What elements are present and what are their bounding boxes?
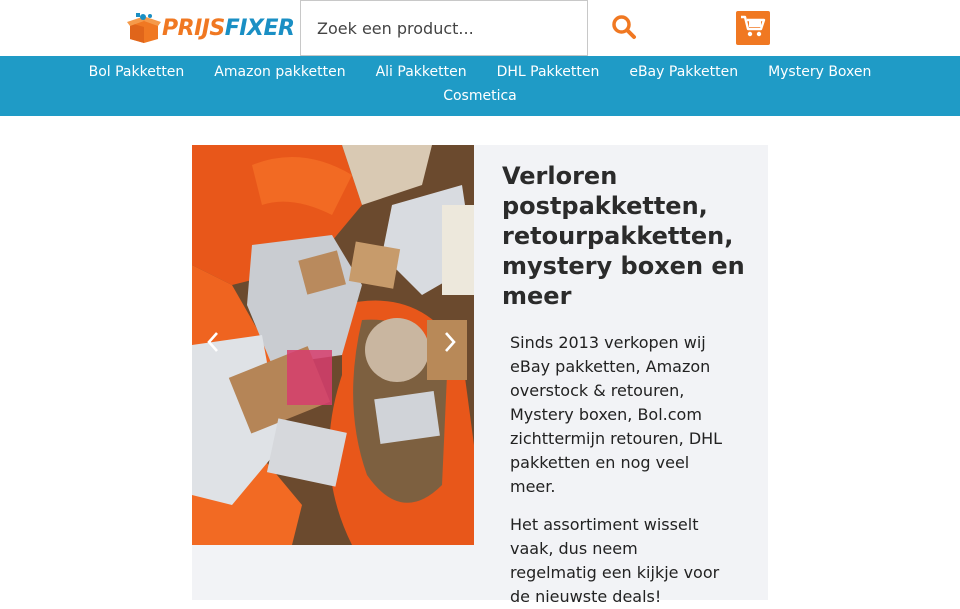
nav-row-2: Cosmetica [0,88,960,104]
site-header: PRIJSFIXER [0,0,960,56]
logo-text: PRIJSFIXER [162,15,295,41]
hero-image-carousel[interactable] [192,145,474,545]
cart-icon [740,14,766,42]
nav-item-cosmetica[interactable]: Cosmetica [428,88,532,104]
hero-image-parcels [192,145,474,545]
search-icon [611,14,637,43]
nav-item-ebay-pakketten[interactable]: eBay Pakketten [614,64,753,80]
carousel-prev-button[interactable] [200,331,226,357]
box-icon [126,13,162,43]
chevron-left-icon [206,331,220,357]
nav-item-dhl-pakketten[interactable]: DHL Pakketten [482,64,615,80]
main-nav: Bol Pakketten Amazon pakketten Ali Pakke… [0,56,960,116]
search-input[interactable] [300,0,588,56]
hero-paragraph-2: Het assortiment wisselt vaak, dus neem r… [510,515,720,606]
hero-paragraph-1: Sinds 2013 verkopen wij eBay pakketten, … [510,333,723,496]
nav-item-ali-pakketten[interactable]: Ali Pakketten [361,64,482,80]
hero-title: Verloren postpakketten, retourpakketten,… [502,162,745,310]
hero-section: Verloren postpakketten, retourpakketten,… [192,145,768,606]
site-logo[interactable]: PRIJSFIXER [126,12,295,44]
carousel-next-button[interactable] [437,331,463,357]
chevron-right-icon [443,331,457,357]
nav-row-1: Bol Pakketten Amazon pakketten Ali Pakke… [0,64,960,80]
search-button[interactable] [588,0,660,56]
nav-item-amazon-pakketten[interactable]: Amazon pakketten [199,64,360,80]
cart-button[interactable] [736,11,770,45]
nav-item-bol-pakketten[interactable]: Bol Pakketten [74,64,200,80]
nav-item-mystery-boxen[interactable]: Mystery Boxen [753,64,886,80]
